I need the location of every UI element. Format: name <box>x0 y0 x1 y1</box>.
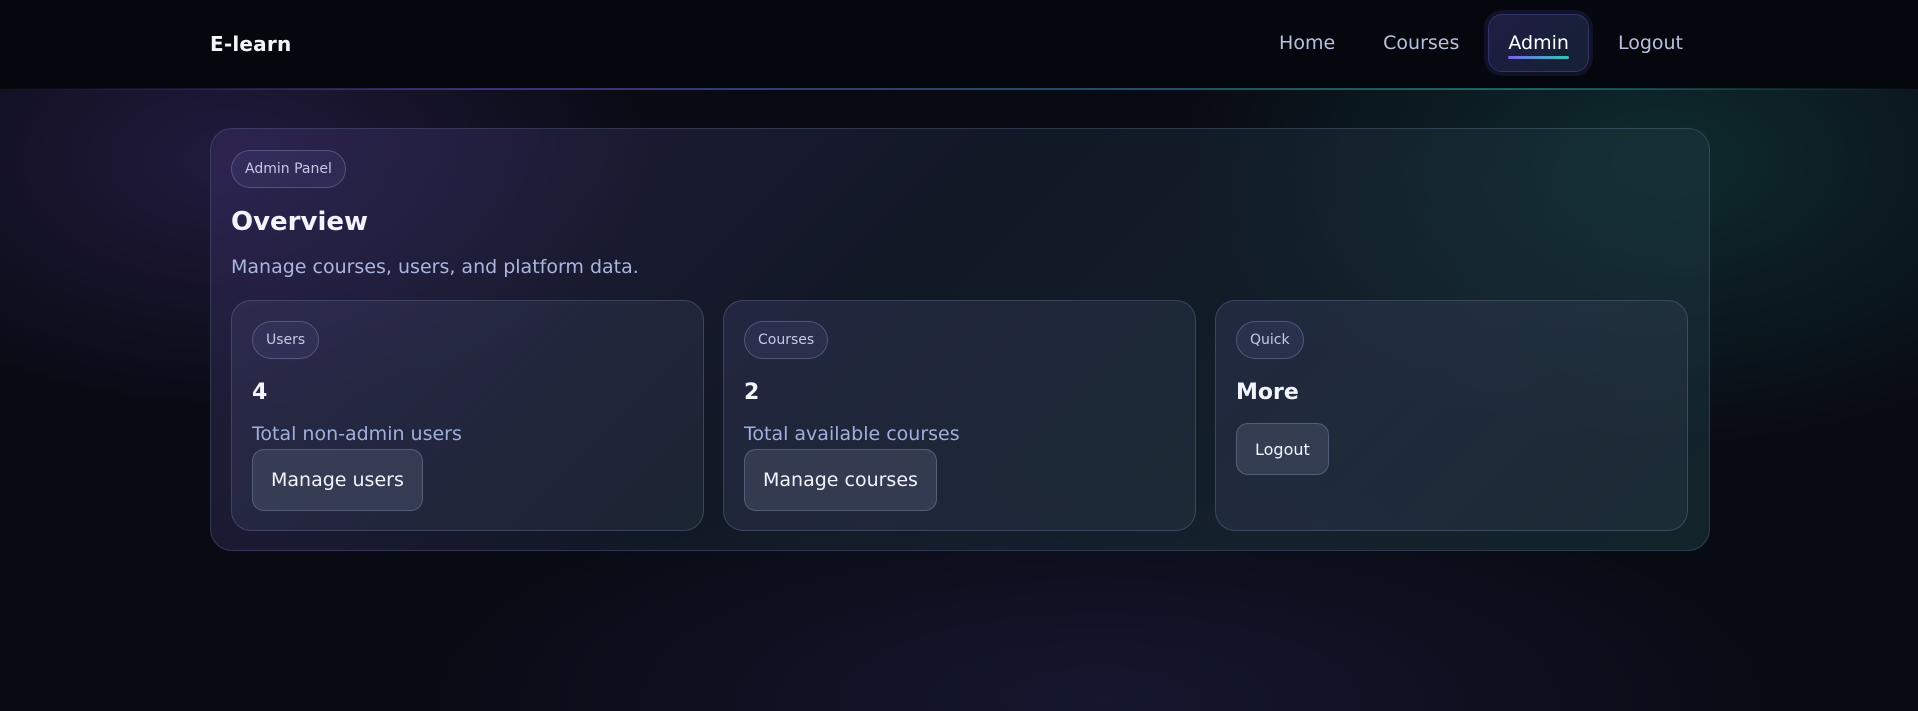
brand-logo[interactable]: E-learn <box>210 32 291 56</box>
quick-badge: Quick <box>1236 321 1304 359</box>
header-divider <box>0 88 1918 90</box>
courses-description: Total available courses <box>744 423 960 445</box>
nav-admin-label: Admin <box>1508 32 1569 54</box>
stat-cards: Users 4 Total non-admin users Manage use… <box>231 300 1688 531</box>
courses-card: Courses 2 Total available courses Manage… <box>723 300 1196 531</box>
manage-users-button[interactable]: Manage users <box>252 449 423 511</box>
main-nav: Home Courses Admin Logout <box>1260 14 1702 72</box>
users-badge: Users <box>252 321 320 359</box>
logout-button[interactable]: Logout <box>1236 423 1329 475</box>
courses-count: 2 <box>744 380 760 405</box>
nav-logout-link[interactable]: Logout <box>1599 14 1702 72</box>
users-card: Users 4 Total non-admin users Manage use… <box>231 300 704 531</box>
nav-courses-link[interactable]: Courses <box>1364 14 1478 72</box>
quick-title: More <box>1236 380 1299 405</box>
users-description: Total non-admin users <box>252 423 462 445</box>
nav-home-link[interactable]: Home <box>1260 14 1354 72</box>
admin-panel-badge: Admin Panel <box>231 150 346 188</box>
users-count: 4 <box>252 380 268 405</box>
quick-card: Quick More Logout <box>1215 300 1688 531</box>
admin-overview-panel: Admin Panel Overview Manage courses, use… <box>210 128 1710 551</box>
page-title: Overview <box>231 207 369 237</box>
active-nav-indicator <box>1508 56 1569 59</box>
nav-admin-link[interactable]: Admin <box>1488 14 1589 72</box>
page-subtitle: Manage courses, users, and platform data… <box>231 256 639 278</box>
manage-courses-button[interactable]: Manage courses <box>744 449 937 511</box>
top-navigation-bar: E-learn Home Courses Admin Logout <box>0 0 1918 89</box>
courses-badge: Courses <box>744 321 829 359</box>
